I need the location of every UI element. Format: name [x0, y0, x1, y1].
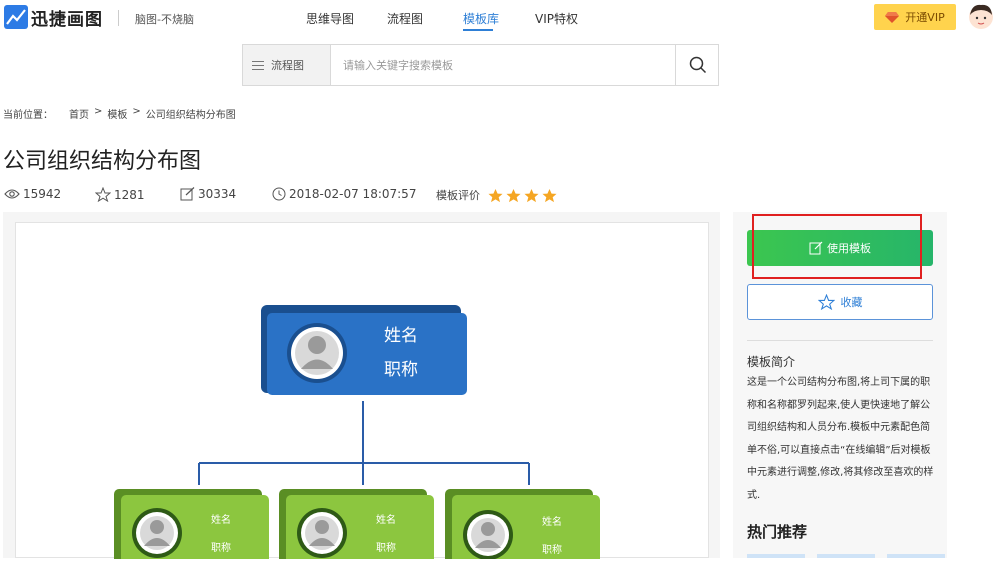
hot-recommend-item[interactable] [817, 554, 875, 558]
open-vip-label: 开通VIP [905, 11, 945, 24]
diamond-icon [885, 11, 900, 23]
top-card-role: 职称 [384, 360, 418, 380]
hot-recommend-item[interactable] [887, 554, 945, 558]
search-icon [689, 56, 706, 74]
rating-stars [488, 188, 560, 203]
slogan: 脑图-不烧脑 [135, 13, 194, 26]
menu-icon [252, 60, 264, 70]
views-value: 15942 [23, 187, 62, 201]
breadcrumb-separator: > [132, 106, 141, 117]
nav-templates[interactable]: 模板库 [463, 10, 499, 27]
child-card-name: 姓名 [542, 515, 562, 528]
search-input[interactable] [343, 57, 663, 73]
rating-star-icon [524, 188, 539, 202]
breadcrumb-separator: > [94, 106, 103, 117]
top-card-name: 姓名 [384, 326, 418, 346]
preview-panel: 姓名 职称 姓名 职称 姓名 职称 姓名 职称 [3, 212, 720, 563]
child-card: 姓名 职称 [114, 489, 269, 563]
breadcrumb-prefix: 当前位置： [3, 110, 53, 121]
child-card-role: 职称 [211, 541, 231, 554]
favorite-button[interactable]: 收藏 [747, 284, 933, 320]
user-avatar[interactable] [968, 3, 994, 31]
nav-flowchart[interactable]: 流程图 [387, 10, 423, 27]
logo[interactable]: 迅捷画图 [4, 4, 103, 30]
edits-count: 30334 [180, 187, 236, 201]
nav-mindmap[interactable]: 思维导图 [306, 10, 354, 27]
breadcrumb-home[interactable]: 首页 [69, 106, 89, 121]
child-card-name: 姓名 [376, 513, 396, 526]
sidebar-divider [747, 340, 933, 341]
search-button[interactable] [675, 45, 719, 85]
child-card: 姓名 职称 [279, 489, 434, 563]
intro-body: 这是一个公司结构分布图,将上司下属的职称和名称都罗列起来,使人更快速地了解公司组… [747, 377, 934, 501]
stars-count: 1281 [95, 187, 145, 202]
logo-text: 迅捷画图 [31, 9, 103, 30]
child-card: 姓名 职称 [445, 489, 600, 563]
logo-chart-icon [4, 5, 28, 29]
clock-icon [272, 187, 286, 201]
edits-value: 30334 [198, 187, 237, 201]
date-value: 2018-02-07 18:07:57 [289, 187, 417, 201]
search-bar: 流程图 [242, 44, 719, 86]
page-title: 公司组织结构分布图 [3, 149, 202, 174]
eye-icon [4, 189, 20, 199]
intro-title: 模板简介 [747, 355, 796, 369]
rating-label: 模板评价 [436, 189, 480, 202]
favorite-label: 收藏 [840, 296, 863, 309]
edit-icon [180, 187, 195, 201]
search-category-label: 流程图 [271, 59, 304, 72]
child-card-role: 职称 [376, 541, 396, 554]
org-chart-preview: 姓名 职称 姓名 职称 姓名 职称 姓名 职称 [114, 305, 600, 563]
top-nav-bar: 迅捷画图 脑图-不烧脑 思维导图 流程图 模板库 VIP特权 开通VIP [0, 0, 995, 38]
child-card-role: 职称 [542, 543, 562, 556]
views-count: 15942 [4, 187, 61, 201]
hot-recommend-item[interactable] [747, 554, 805, 558]
template-preview: 姓名 职称 姓名 职称 姓名 职称 姓名 职称 [15, 222, 709, 563]
template-rating: 模板评价 [436, 187, 560, 203]
star-outline-icon [95, 187, 111, 202]
top-card: 姓名 职称 [261, 305, 467, 395]
highlight-box [752, 214, 922, 279]
rating-star-icon [488, 188, 503, 202]
logo-divider [118, 10, 119, 26]
breadcrumb: 当前位置： 首页 > 模板 > 公司组织结构分布图 [3, 106, 236, 121]
stars-value: 1281 [114, 187, 145, 202]
star-outline-icon [817, 294, 835, 310]
search-category-select[interactable]: 流程图 [243, 45, 331, 85]
nav-vip[interactable]: VIP特权 [535, 10, 578, 27]
rating-star-icon [542, 188, 557, 202]
hot-recommend-title: 热门推荐 [747, 523, 808, 541]
rating-star-icon [506, 188, 521, 202]
hot-recommend-list [747, 554, 945, 558]
breadcrumb-current: 公司组织结构分布图 [145, 110, 236, 121]
publish-date: 2018-02-07 18:07:57 [272, 187, 416, 201]
nav-active-underline [463, 29, 493, 31]
connector-lines [198, 401, 530, 485]
open-vip-button[interactable]: 开通VIP [874, 4, 956, 30]
breadcrumb-templates[interactable]: 模板 [107, 106, 127, 121]
child-card-name: 姓名 [211, 513, 231, 526]
